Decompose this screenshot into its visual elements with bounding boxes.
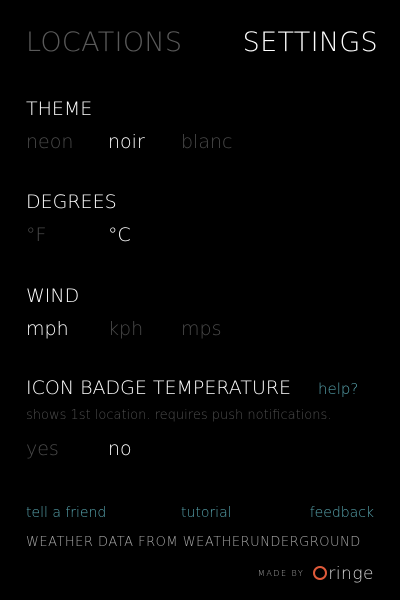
icon-badge-description: shows 1st location. requires push notifi…: [26, 408, 332, 423]
tell-a-friend-link[interactable]: tell a friend: [26, 505, 106, 521]
degrees-section: DEGREES °F °C: [26, 190, 386, 250]
degrees-option-fahrenheit[interactable]: °F: [26, 222, 46, 248]
theme-option-blanc[interactable]: blanc: [181, 129, 232, 155]
icon-badge-section: ICON BADGE TEMPERATURE help? shows 1st l…: [26, 376, 386, 466]
oringe-logo: ringe: [313, 564, 374, 584]
theme-section: THEME neon noir blanc: [26, 97, 386, 157]
tab-locations[interactable]: LOCATIONS: [26, 26, 182, 60]
badge-option-no[interactable]: no: [108, 436, 132, 462]
theme-options: neon noir blanc: [26, 129, 386, 155]
degrees-title: DEGREES: [26, 191, 117, 213]
help-link[interactable]: help?: [318, 380, 358, 398]
wind-options: mph kph mps: [26, 316, 386, 342]
footer-links: tell a friend tutorial feedback: [26, 505, 374, 525]
badge-option-yes[interactable]: yes: [26, 436, 59, 462]
icon-badge-options: yes no: [26, 436, 386, 462]
logo-ring-icon: [313, 565, 328, 580]
theme-title: THEME: [26, 98, 93, 120]
feedback-link[interactable]: feedback: [310, 505, 374, 521]
made-by-label: MADE BY: [257, 569, 305, 578]
wind-option-mph[interactable]: mph: [26, 316, 69, 342]
wind-option-mps[interactable]: mps: [181, 316, 221, 342]
logo-text: ringe: [328, 563, 374, 584]
made-by: MADE BY ringe: [257, 563, 374, 584]
theme-option-noir[interactable]: noir: [108, 129, 145, 155]
top-tabs: LOCATIONS SETTINGS: [26, 26, 378, 62]
wind-title: WIND: [26, 285, 80, 307]
tutorial-link[interactable]: tutorial: [181, 505, 232, 521]
settings-screen: LOCATIONS SETTINGS THEME neon noir blanc…: [0, 0, 400, 600]
weather-data-credit: WEATHER DATA FROM WEATHERUNDERGROUND: [26, 535, 361, 550]
tab-settings[interactable]: SETTINGS: [243, 26, 378, 60]
degrees-option-celsius[interactable]: °C: [108, 222, 131, 248]
theme-option-neon[interactable]: neon: [26, 129, 73, 155]
wind-option-kph[interactable]: kph: [108, 316, 143, 342]
wind-section: WIND mph kph mps: [26, 284, 386, 344]
degrees-options: °F °C: [26, 222, 386, 248]
